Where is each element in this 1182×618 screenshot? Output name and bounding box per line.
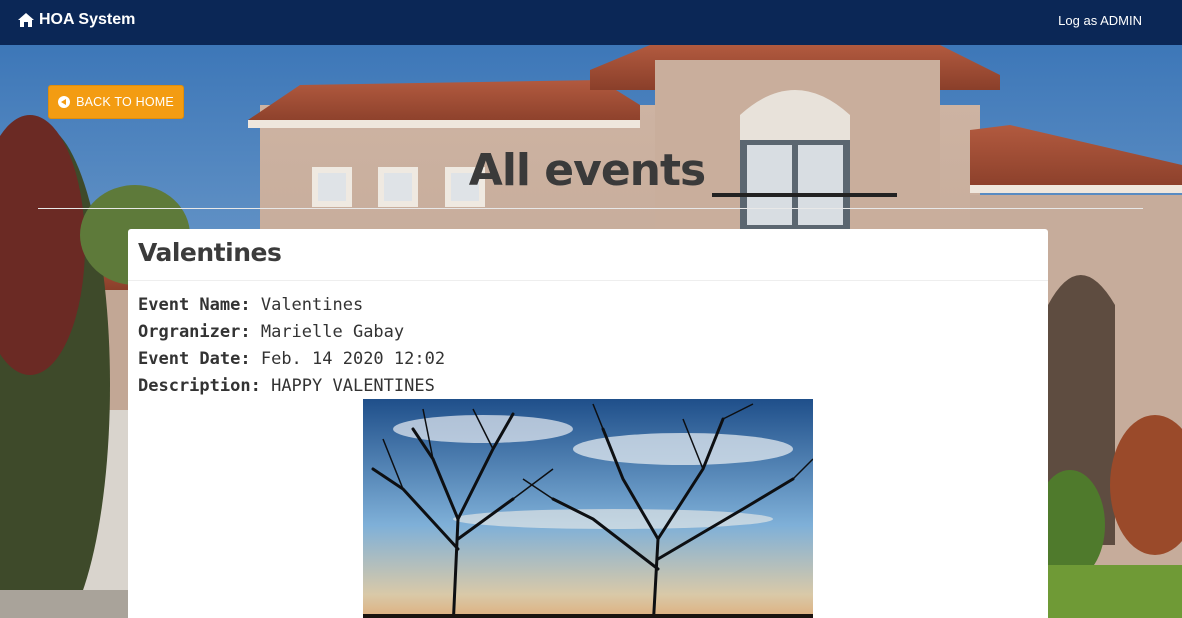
field-value: Marielle Gabay: [260, 322, 405, 342]
event-date-row: Event Date: Feb. 14 2020 12:02: [138, 346, 1038, 373]
field-value: Feb. 14 2020 12:02: [260, 349, 446, 369]
title-divider: [38, 208, 1143, 209]
event-image: [363, 399, 813, 618]
arrow-circle-left-icon: [58, 96, 71, 108]
top-navbar: HOA System Log as ADMIN: [0, 0, 1182, 45]
event-card: Valentines Event Name: Valentines Orgran…: [128, 229, 1048, 618]
back-to-home-button[interactable]: BACK TO HOME: [48, 85, 184, 119]
field-label: Event Name:: [138, 295, 251, 315]
field-label: Description:: [138, 376, 261, 396]
event-details: Event Name: Valentines Orgranizer: Marie…: [128, 281, 1048, 400]
home-icon: [18, 13, 34, 27]
event-description-row: Description: HAPPY VALENTINES: [138, 373, 1038, 400]
field-label: Event Date:: [138, 349, 251, 369]
field-value: HAPPY VALENTINES: [271, 376, 435, 396]
field-value: Valentines: [260, 295, 364, 315]
field-label: Orgranizer:: [138, 322, 251, 342]
event-title: Valentines: [138, 238, 282, 267]
event-name-row: Event Name: Valentines: [138, 292, 1038, 319]
page-title: All events: [468, 145, 706, 196]
brand-label: HOA System: [39, 11, 136, 28]
brand-link[interactable]: HOA System: [18, 11, 135, 29]
event-card-header: Valentines: [128, 229, 1048, 281]
login-admin-link[interactable]: Log as ADMIN: [1058, 13, 1142, 28]
back-to-home-label: BACK TO HOME: [76, 95, 174, 109]
event-organizer-row: Orgranizer: Marielle Gabay: [138, 319, 1038, 346]
